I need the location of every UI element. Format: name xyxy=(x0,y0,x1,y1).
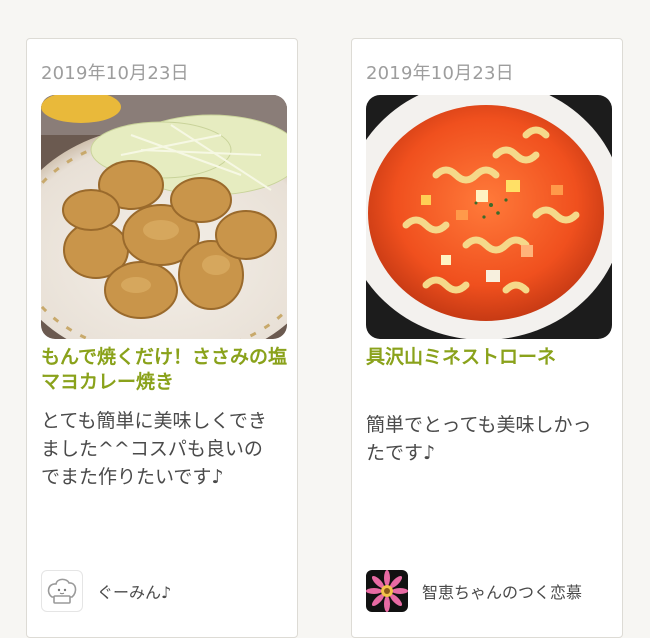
toque-avatar-icon[interactable] xyxy=(41,570,83,612)
tsukurepo-card-2[interactable]: 2019年10月23日 具沢山ミネストローネ 簡単でとっても美味しかったです♪ … xyxy=(351,38,623,638)
report-comment: とても簡単に美味しくできました^^コスパも良いのでまた作りたいです♪ xyxy=(41,410,267,488)
minestrone-photo-icon xyxy=(366,95,612,339)
tsukurepo-card-1[interactable]: 2019年10月23日 もんで焼くだけ！ささみの塩マヨカレー焼き とても簡単に美… xyxy=(26,38,298,638)
author-name[interactable]: 智恵ちゃんのつく恋慕 xyxy=(422,579,582,603)
author-row[interactable]: ぐーみん♪ xyxy=(41,570,171,612)
recipe-photo[interactable] xyxy=(366,95,612,339)
author-name[interactable]: ぐーみん♪ xyxy=(97,579,171,603)
report-comment: 簡単でとっても美味しかったです♪ xyxy=(366,414,592,464)
chicken-photo-icon xyxy=(41,95,287,339)
author-row[interactable]: 智恵ちゃんのつく恋慕 xyxy=(366,570,582,612)
recipe-title[interactable]: もんで焼くだけ！ささみの塩マヨカレー焼き xyxy=(41,345,291,395)
recipe-photo[interactable] xyxy=(41,95,287,339)
report-date: 2019年10月23日 xyxy=(41,63,189,84)
flower-avatar-icon[interactable] xyxy=(366,570,408,612)
recipe-title[interactable]: 具沢山ミネストローネ xyxy=(366,345,616,370)
report-date: 2019年10月23日 xyxy=(366,63,514,84)
